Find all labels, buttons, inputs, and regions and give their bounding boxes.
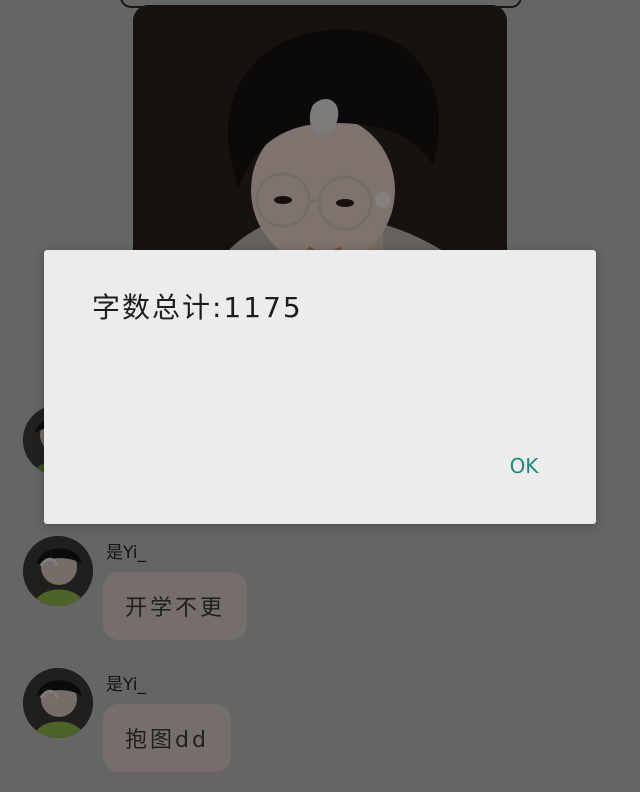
ok-button[interactable]: OK (492, 444, 556, 488)
dialog-message: 字数总计:1175 (92, 291, 303, 324)
word-count-dialog: 字数总计:1175 OK (44, 250, 596, 524)
